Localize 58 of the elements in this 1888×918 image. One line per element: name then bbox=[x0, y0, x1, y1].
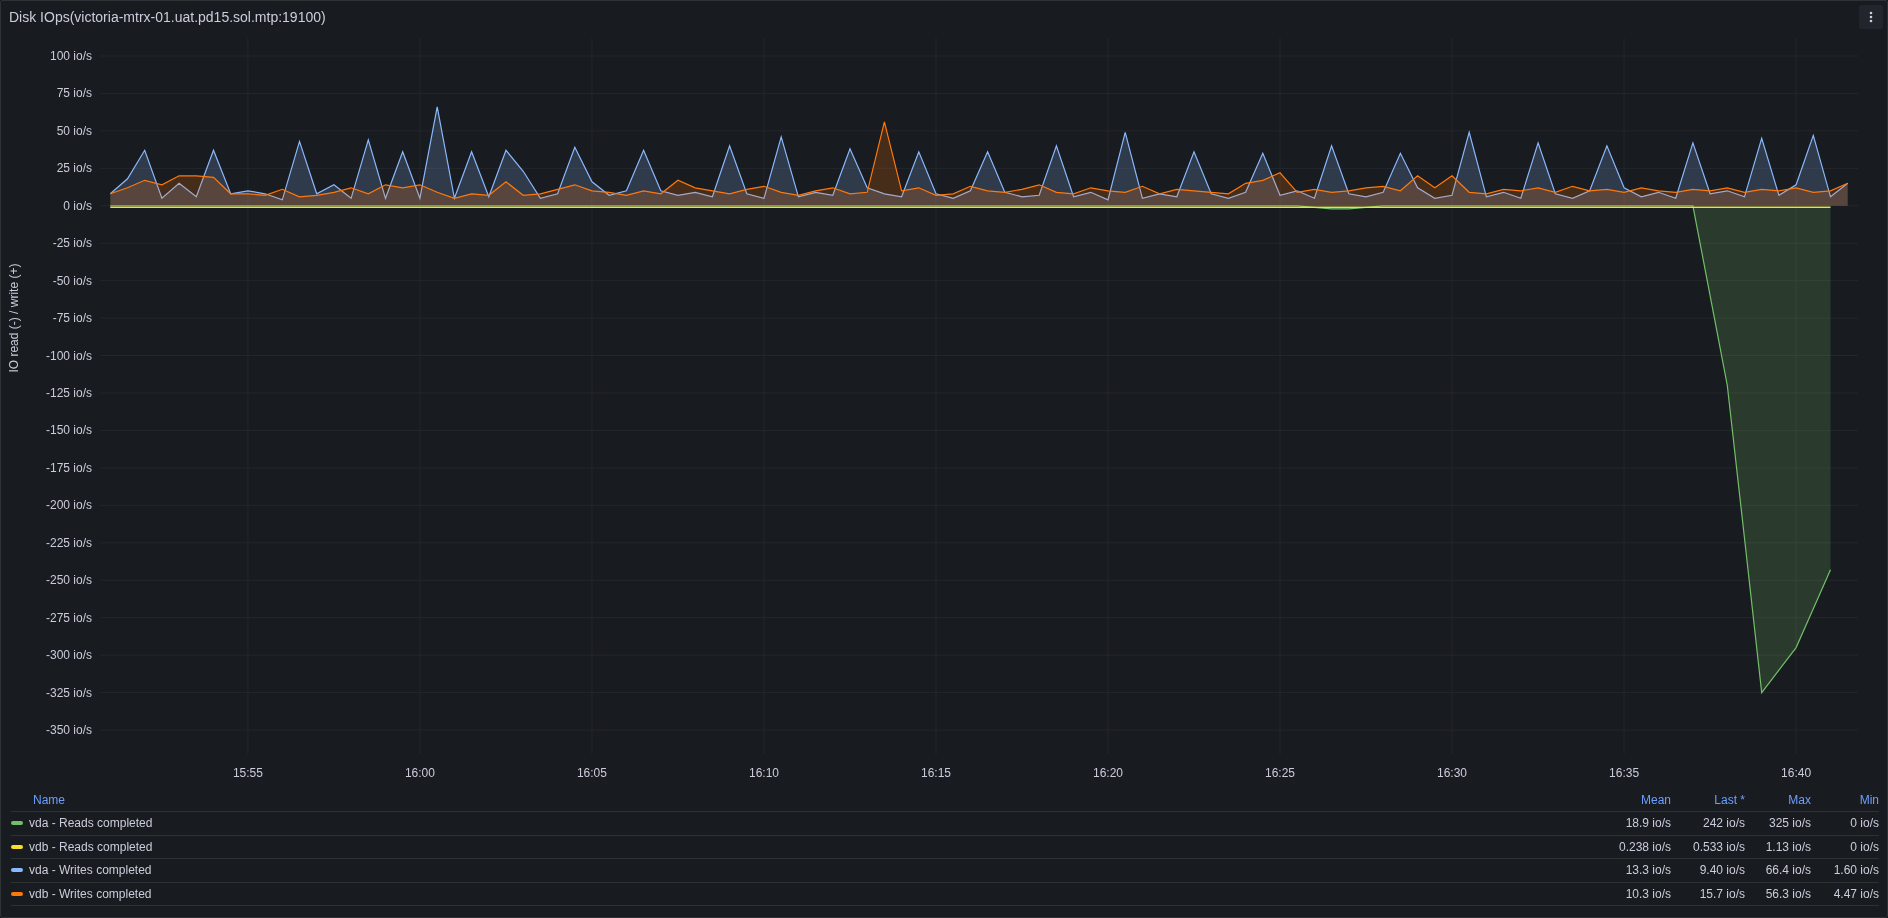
legend-value: 56.3 io/s bbox=[1765, 886, 1811, 901]
axis-tick-label: -225 io/s bbox=[45, 535, 92, 550]
axis-tick-label: 16:05 bbox=[576, 766, 607, 780]
legend-value: 242 io/s bbox=[1702, 816, 1745, 831]
legend-column-header[interactable]: Min bbox=[1859, 792, 1879, 807]
axis-tick-label: -175 io/s bbox=[45, 460, 92, 475]
axis-tick-label: -300 io/s bbox=[45, 648, 92, 663]
axis-tick-label: 16:40 bbox=[1781, 766, 1812, 780]
legend-value: 13.3 io/s bbox=[1625, 863, 1671, 878]
legend-value: 325 io/s bbox=[1768, 816, 1811, 831]
legend-series-name[interactable]: vdb - Writes completed bbox=[29, 884, 152, 903]
axis-tick-label: -50 io/s bbox=[52, 273, 92, 288]
legend-value: 0.238 io/s bbox=[1618, 839, 1671, 854]
axis-tick-label: 16:20 bbox=[1093, 766, 1124, 780]
axis-tick-label: -150 io/s bbox=[45, 423, 92, 438]
axis-tick-label: 100 io/s bbox=[49, 48, 92, 63]
legend-value: 0 io/s bbox=[1850, 816, 1879, 831]
axis-tick-label: -25 io/s bbox=[52, 236, 92, 251]
legend-series-name[interactable]: vdb - Reads completed bbox=[29, 837, 153, 856]
axis-tick-label: 75 io/s bbox=[56, 86, 92, 101]
axis-tick-label: 0 io/s bbox=[63, 198, 92, 213]
legend-series-name[interactable]: vda - Writes completed bbox=[29, 861, 152, 880]
legend-column-header[interactable]: Last * bbox=[1714, 792, 1745, 807]
legend-value: 18.9 io/s bbox=[1625, 816, 1671, 831]
axis-tick-label: -125 io/s bbox=[45, 386, 92, 400]
legend-value: 15.7 io/s bbox=[1699, 886, 1745, 901]
axis-tick-label: -275 io/s bbox=[45, 610, 92, 625]
legend-column-header[interactable]: Mean bbox=[1640, 792, 1671, 807]
panel-title: Disk IOps(victoria-mtrx-01.uat.pd15.sol.mtp:19100) bbox=[9, 7, 326, 27]
axis-tick-label: 16:35 bbox=[1609, 766, 1640, 780]
axis-tick-label: 16:00 bbox=[404, 766, 435, 780]
legend-value: 66.4 io/s bbox=[1765, 863, 1811, 878]
axis-tick-label: 16:25 bbox=[1265, 766, 1296, 780]
axis-tick-label: -325 io/s bbox=[45, 685, 92, 700]
legend-value: 9.40 io/s bbox=[1699, 863, 1745, 878]
legend-value: 10.3 io/s bbox=[1625, 886, 1671, 901]
legend-value: 4.47 io/s bbox=[1833, 886, 1879, 901]
axis-tick-label: -100 io/s bbox=[45, 348, 92, 363]
axis-tick-label: 16:10 bbox=[748, 766, 779, 780]
axis-tick-label: -75 io/s bbox=[52, 311, 92, 326]
legend-column-header: Name bbox=[32, 791, 65, 809]
menu-icon bbox=[1869, 11, 1873, 23]
legend-value: 1.13 io/s bbox=[1765, 839, 1811, 854]
menu-button[interactable] bbox=[1859, 5, 1883, 29]
legend-value: 0.533 io/s bbox=[1692, 839, 1745, 854]
legend-column-header[interactable]: Max bbox=[1788, 792, 1811, 807]
axis-tick-label: 16:15 bbox=[921, 766, 951, 780]
axis-tick-label: 50 io/s bbox=[56, 123, 92, 138]
axis-tick-label: 16:30 bbox=[1437, 766, 1468, 780]
axis-tick-label: -200 io/s bbox=[45, 498, 92, 513]
axis-tick-label: -250 io/s bbox=[45, 573, 92, 588]
axis-title: IO read (-) / write (+) bbox=[7, 263, 21, 373]
axis-tick-label: -350 io/s bbox=[45, 723, 92, 738]
legend-value: 0 io/s bbox=[1850, 839, 1879, 854]
legend-series-name[interactable]: vda - Reads completed bbox=[29, 814, 153, 833]
axis-tick-label: 15:55 bbox=[232, 766, 263, 780]
axis-tick-label: 25 io/s bbox=[56, 161, 92, 176]
legend-value: 1.60 io/s bbox=[1833, 863, 1879, 878]
